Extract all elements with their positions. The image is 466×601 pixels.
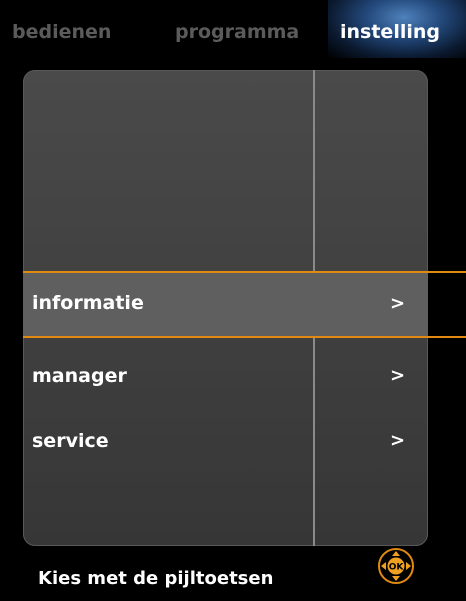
- ok-navigation-icon[interactable]: OK: [378, 548, 414, 584]
- chevron-right-icon: >: [390, 365, 406, 386]
- menu-item-service[interactable]: service >: [23, 411, 428, 471]
- menu-item-label: service: [32, 430, 109, 452]
- selection-line-top: [23, 271, 466, 273]
- menu-item-label: manager: [32, 365, 127, 387]
- tab-programma[interactable]: programma: [175, 17, 299, 47]
- chevron-right-icon: >: [390, 430, 406, 451]
- chevron-right-icon: >: [390, 293, 406, 314]
- menu-item-informatie[interactable]: informatie >: [23, 271, 428, 336]
- tab-instelling[interactable]: instelling: [328, 0, 466, 58]
- menu-panel: informatie > manager > service >: [23, 70, 428, 546]
- ok-label: OK: [389, 563, 405, 573]
- selection-line-bottom: [23, 336, 466, 338]
- tab-bar: bedienen programma instelling: [0, 0, 466, 58]
- menu-item-label: informatie: [32, 292, 144, 314]
- instruction-text: Kies met de pijltoetsen: [38, 568, 274, 589]
- tab-bedienen[interactable]: bedienen: [12, 17, 111, 47]
- menu-item-manager[interactable]: manager >: [23, 346, 428, 406]
